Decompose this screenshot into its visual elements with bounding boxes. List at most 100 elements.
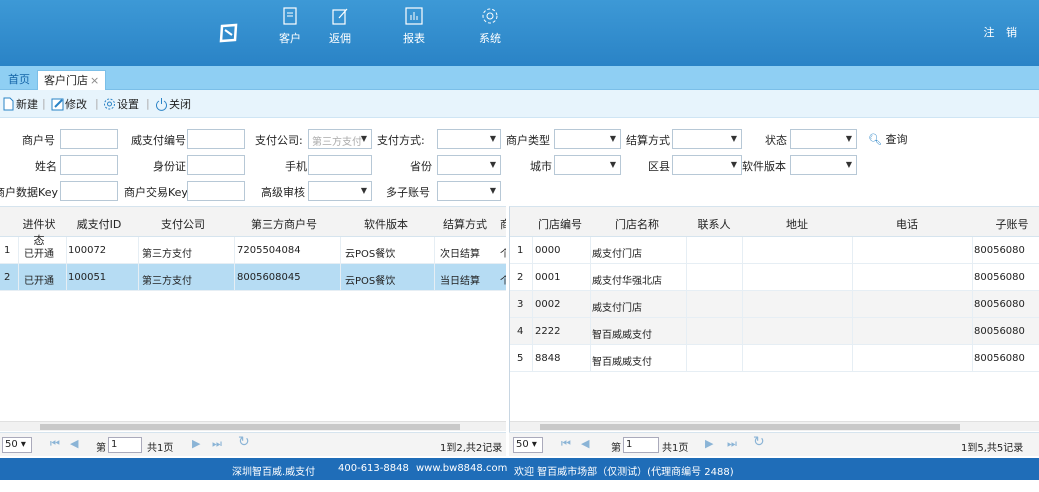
nav-report[interactable]: 报表: [394, 6, 434, 46]
status-label: 状态: [765, 134, 787, 147]
column-header[interactable]: 地址: [742, 216, 852, 232]
id-card-label: 身份证: [153, 160, 186, 173]
phone-input[interactable]: [308, 155, 372, 175]
nav-system[interactable]: 系统: [470, 6, 510, 46]
store-table-header: 门店编号 门店名称 联系人 地址 电话 子账号: [510, 207, 1039, 237]
pager-right: 50 ▾ ⏮ ◀ 第 1 共1页 ▶ ⏭ ↻ 1到5,共5记录: [509, 432, 1039, 456]
tab-customer-store[interactable]: 客户门店 ×: [37, 70, 107, 90]
logo-icon: [219, 23, 238, 43]
column-header[interactable]: 商: [500, 216, 506, 232]
nav-customer[interactable]: 客户: [270, 6, 310, 46]
cell-store-code: 8848: [535, 353, 561, 364]
merchant-type-label: 商户类型: [506, 134, 550, 147]
nav-rebate[interactable]: 返佣: [320, 6, 360, 46]
refresh-icon[interactable]: ↻: [753, 434, 765, 450]
tab-home[interactable]: 首页: [2, 70, 36, 90]
cell-store-name: 威支付华强北店: [592, 276, 662, 287]
column-header[interactable]: 软件版本: [340, 216, 432, 232]
column-header[interactable]: 门店编号: [532, 216, 588, 232]
merchant-type-select[interactable]: ▼: [554, 129, 621, 149]
pay-method-select[interactable]: ▼: [437, 129, 501, 149]
first-page-icon[interactable]: ⏮: [561, 437, 571, 451]
page-number-input[interactable]: 1: [623, 437, 659, 453]
id-card-input[interactable]: [187, 155, 245, 175]
pay-company-select[interactable]: 第三方支付 ▼: [308, 129, 372, 149]
next-page-icon[interactable]: ▶: [192, 437, 200, 450]
cell-more: 个: [500, 245, 506, 260]
district-select[interactable]: ▼: [672, 155, 742, 175]
column-divider: [434, 237, 435, 291]
toolbar-divider: |: [42, 97, 46, 110]
cell-store-name: 威支付门店: [592, 249, 642, 260]
refresh-icon[interactable]: ↻: [238, 434, 250, 450]
first-page-icon[interactable]: ⏮: [50, 437, 60, 451]
advanced-review-select[interactable]: ▼: [308, 181, 372, 201]
close-button[interactable]: 关闭: [155, 96, 191, 112]
page-prefix: 第: [96, 443, 106, 454]
scrollbar-thumb[interactable]: [40, 424, 460, 430]
multi-sub-account-select[interactable]: ▼: [437, 181, 501, 201]
cell-id: 100072: [68, 245, 107, 256]
horizontal-scrollbar[interactable]: [0, 421, 506, 431]
page-size-value: 50: [5, 439, 18, 450]
scrollbar-thumb[interactable]: [540, 424, 960, 430]
page-size-select[interactable]: 50 ▾: [2, 437, 32, 453]
multi-sub-account-label: 多子账号: [386, 186, 430, 199]
cell-status: 已开通: [24, 249, 54, 260]
footer-site[interactable]: www.bw8848.com: [416, 463, 507, 474]
province-select[interactable]: ▼: [437, 155, 501, 175]
wx-pay-no-input[interactable]: [187, 129, 245, 149]
page-size-select[interactable]: 50 ▾: [513, 437, 543, 453]
table-row[interactable]: 1 已开通 100072 第三方支付 7205504084 云POS餐饮 次日结…: [0, 237, 506, 264]
column-divider: [340, 237, 341, 291]
cell-settle: 次日结算: [440, 249, 480, 260]
column-divider: [18, 237, 19, 291]
last-page-icon[interactable]: ⏭: [727, 437, 737, 451]
close-icon[interactable]: ×: [90, 74, 99, 87]
row-number: 2: [517, 272, 524, 283]
gear-icon: [104, 98, 115, 110]
settle-method-select[interactable]: ▼: [672, 129, 742, 149]
page-size-value: 50: [516, 439, 529, 450]
nav-report-label: 报表: [403, 32, 425, 45]
prev-page-icon[interactable]: ◀: [581, 437, 589, 450]
city-select[interactable]: ▼: [554, 155, 621, 175]
cell-store-name: 智百威威支付: [592, 357, 652, 368]
cell-company: 第三方支付: [142, 276, 192, 287]
new-file-icon: [3, 97, 14, 111]
column-header[interactable]: 支付公司: [138, 216, 228, 232]
name-input[interactable]: [60, 155, 118, 175]
merchant-data-key-input[interactable]: [60, 181, 118, 201]
table-row[interactable]: 2 已开通 100051 第三方支付 8005608045 云POS餐饮 当日结…: [0, 264, 506, 291]
merchant-no-input[interactable]: [60, 129, 118, 149]
gear-icon: [482, 8, 498, 24]
settings-button[interactable]: 设置: [103, 96, 139, 112]
footer-company: 深圳智百威.威支付: [232, 467, 316, 478]
software-version-label: 软件版本: [742, 160, 786, 173]
prev-page-icon[interactable]: ◀: [70, 437, 78, 450]
software-version-select[interactable]: ▼: [790, 155, 857, 175]
column-divider: [234, 237, 235, 291]
column-header[interactable]: 结算方式: [434, 216, 496, 232]
next-page-icon[interactable]: ▶: [705, 437, 713, 450]
merchant-no-label: 商户号: [22, 134, 55, 147]
nav-rebate-label: 返佣: [329, 32, 351, 45]
column-header[interactable]: 联系人: [686, 216, 742, 232]
column-header[interactable]: 电话: [852, 216, 962, 232]
filter-panel: 商户号 威支付编号 支付公司: 第三方支付 ▼ 支付方式: ▼ 商户类型 ▼ 结算…: [0, 118, 1039, 204]
last-page-icon[interactable]: ⏭: [212, 437, 222, 451]
column-divider: [742, 237, 743, 372]
column-header[interactable]: 威支付ID: [66, 216, 132, 232]
column-header[interactable]: 第三方商户号: [234, 216, 334, 232]
new-button[interactable]: 新建: [2, 96, 38, 112]
horizontal-scrollbar[interactable]: [510, 421, 1039, 431]
merchant-trade-key-input[interactable]: [187, 181, 245, 201]
column-header[interactable]: 子账号: [972, 216, 1039, 232]
column-header[interactable]: 门店名称: [590, 216, 684, 232]
edit-button[interactable]: 修改: [51, 96, 87, 112]
chevron-down-icon: ▼: [489, 186, 496, 195]
search-button[interactable]: 🔍︎ 查询: [868, 131, 907, 147]
status-select[interactable]: ▼: [790, 129, 857, 149]
logout-button[interactable]: 注 销: [984, 24, 1022, 40]
page-number-input[interactable]: 1: [108, 437, 142, 453]
